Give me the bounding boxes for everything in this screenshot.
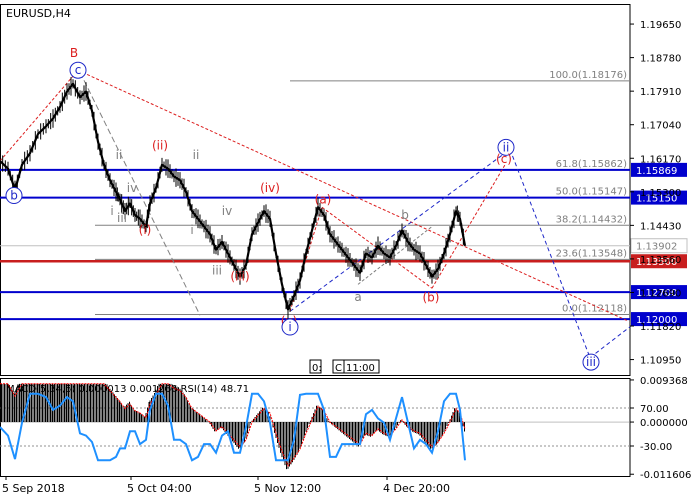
price-tick-label: 1.12690: [640, 288, 681, 299]
wave-label: (iv): [260, 181, 280, 195]
wave-label: B: [70, 46, 78, 60]
chart-toolbar: 0: C 11:00: [309, 359, 380, 374]
price-tick-label: 1.19650: [640, 20, 681, 31]
wave-label: ii: [193, 148, 200, 162]
price-tick-label: 1.16170: [640, 154, 681, 165]
wave-label: b: [10, 189, 18, 203]
fib-level-label: 50.0(1.15147): [556, 187, 628, 198]
wave-label: (c): [496, 152, 512, 166]
wave-label: c: [75, 63, 82, 77]
wave-label: iii: [212, 264, 222, 278]
wave-label: (i): [139, 223, 152, 237]
wave-trend-line: [77, 69, 629, 322]
fib-level-label: 100.0(1.18176): [549, 70, 627, 81]
toolbar-button-shift-label: 0:: [312, 363, 322, 374]
wave-trend-line: [589, 326, 631, 359]
price-tick-label: 1.11820: [640, 322, 681, 333]
time-tick-label: 4 Dec 20:00: [383, 482, 450, 495]
price-tick-label: 1.14430: [640, 221, 681, 232]
chart-container: 100.0(1.18176) 61.8(1.15862) 50.0(1.15147)…: [0, 0, 700, 500]
price-tick-label: 1.17910: [640, 87, 681, 98]
indicator-tick-label: -0.011606: [640, 470, 691, 481]
indicator-tick-label: 0.009368: [640, 376, 688, 387]
wave-label: (ii): [152, 138, 168, 152]
wave-trend-line: [79, 72, 201, 316]
wave-label: (a): [315, 192, 332, 206]
wave-trend-line: [0, 70, 79, 162]
time-tick-label: 5 Nov 12:00: [254, 482, 321, 495]
time-tick-label: 5 Sep 2018: [2, 482, 65, 495]
wave-label: i: [190, 223, 193, 237]
wave-label: (iii): [230, 270, 249, 284]
time-tick-label: 5 Oct 04:00: [127, 482, 192, 495]
wave-label: ii: [116, 148, 123, 162]
indicator-tick-label: 70.00: [640, 404, 669, 415]
price-tick-label: 1.13560: [640, 255, 681, 266]
chart-svg: 100.0(1.18176) 61.8(1.15862) 50.0(1.15147)…: [0, 4, 691, 495]
toolbar-time-value: 11:00: [346, 363, 375, 374]
toolbar-button-chart-label: C: [335, 363, 342, 374]
price-tick-label: 1.18780: [640, 54, 681, 65]
chart-title: EURUSD,H4: [6, 7, 71, 20]
wave-label: a: [354, 290, 361, 304]
current-price-label: 1.13902: [636, 242, 677, 253]
fib-level-label: 61.8(1.15862): [556, 159, 628, 170]
wave-label: iii: [586, 355, 596, 369]
price-tick-label: 1.17040: [640, 121, 681, 132]
wave-label: iv: [222, 204, 232, 218]
wave-trend-line: [431, 164, 506, 289]
indicator-tick-label: -30.00: [640, 442, 672, 453]
fib-level-label: 23.6(1.13548): [556, 248, 628, 259]
wave-label: iii: [117, 211, 127, 225]
price-tick-label: 1.15300: [640, 188, 681, 199]
wave-label: iv: [127, 181, 137, 195]
indicator-tick-label: 0.000000: [640, 418, 688, 429]
fib-level-label: 38.2(1.14432): [556, 214, 628, 225]
wave-label: i: [288, 320, 291, 334]
wave-label: (b): [423, 291, 440, 305]
key-level-price-label: 1.15869: [636, 166, 677, 177]
wave-label: b: [401, 208, 409, 222]
price-tick-label: 1.10950: [640, 356, 681, 367]
wave-label: i: [110, 204, 113, 218]
